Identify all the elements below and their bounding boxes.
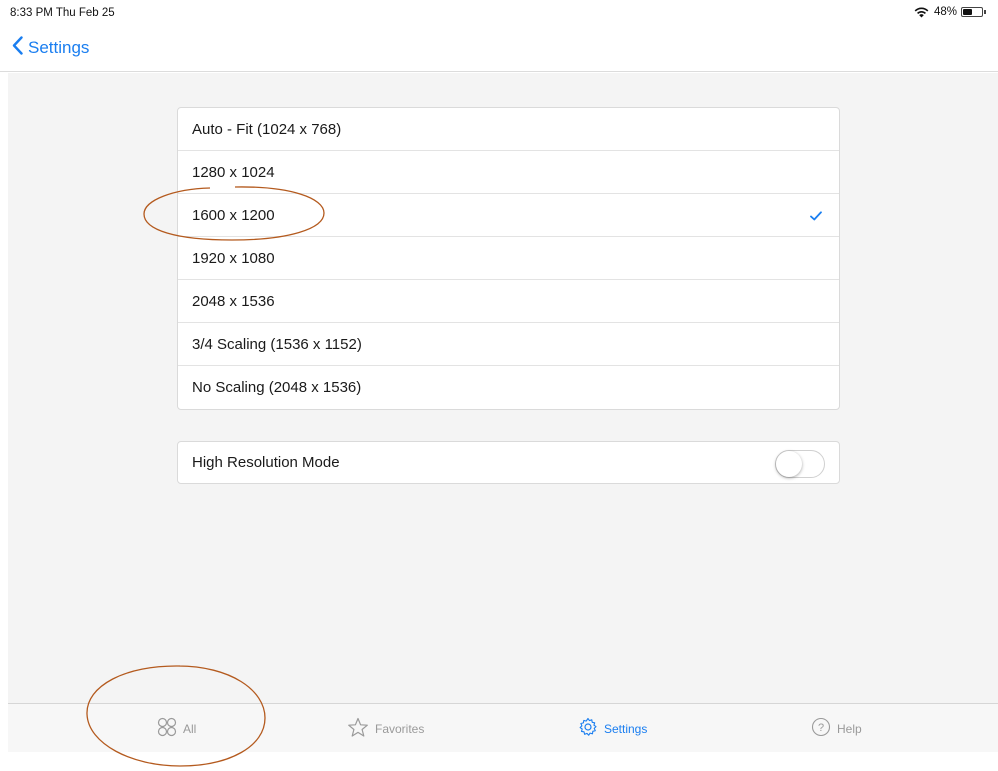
star-icon xyxy=(347,717,375,741)
battery-icon xyxy=(961,7,983,17)
resolution-option[interactable]: 2048 x 1536 xyxy=(178,280,839,323)
resolution-label: No Scaling (2048 x 1536) xyxy=(192,379,362,396)
tab-settings-label: Settings xyxy=(604,721,648,736)
grid-circles-icon xyxy=(157,717,183,740)
tab-favorites[interactable]: Favorites xyxy=(347,704,424,753)
resolution-label: 1920 x 1080 xyxy=(192,249,275,267)
resolution-option[interactable]: No Scaling (2048 x 1536) xyxy=(178,366,839,409)
battery-percent: 48% xyxy=(933,6,957,18)
svg-text:?: ? xyxy=(818,722,824,734)
battery-tip xyxy=(984,10,986,14)
tab-all-label: All xyxy=(183,721,197,736)
tab-all[interactable]: All xyxy=(157,704,196,753)
resolution-label: 2048 x 1536 xyxy=(192,292,275,310)
navigation-bar: Settings xyxy=(0,24,998,72)
high-resolution-label: High Resolution Mode xyxy=(192,454,340,471)
toggle-knob xyxy=(776,451,802,477)
back-button[interactable]: Settings xyxy=(12,36,89,60)
resolution-option[interactable]: 1600 x 1200 xyxy=(178,194,839,237)
resolution-label: 1280 x 1024 xyxy=(192,163,275,181)
status-indicators: 48% xyxy=(914,6,986,18)
resolution-label: Auto - Fit (1024 x 768) xyxy=(192,120,342,138)
chevron-left-icon xyxy=(12,36,28,60)
high-resolution-row: High Resolution Mode xyxy=(178,442,839,483)
resolution-option[interactable]: 1920 x 1080 xyxy=(178,237,839,280)
high-resolution-toggle[interactable] xyxy=(775,450,825,478)
status-time-date: 8:33 PM Thu Feb 25 xyxy=(10,7,115,19)
help-circle-icon: ? xyxy=(811,717,837,740)
high-resolution-group: High Resolution Mode xyxy=(177,441,840,484)
resolution-list: Auto - Fit (1024 x 768) 1280 x 1024 1600… xyxy=(177,107,840,410)
battery-level xyxy=(963,9,972,15)
back-button-label: Settings xyxy=(28,38,90,57)
tab-help-label: Help xyxy=(837,721,862,736)
bottom-margin xyxy=(0,752,998,771)
tab-help[interactable]: ? Help xyxy=(811,704,862,753)
wifi-icon xyxy=(914,7,929,18)
tab-favorites-label: Favorites xyxy=(375,721,425,736)
resolution-option[interactable]: 3/4 Scaling (1536 x 1152) xyxy=(178,323,839,366)
resolution-option[interactable]: Auto - Fit (1024 x 768) xyxy=(178,108,839,151)
tab-settings[interactable]: Settings xyxy=(578,704,647,753)
resolution-option[interactable]: 1280 x 1024 xyxy=(178,151,839,194)
resolution-label: 1600 x 1200 xyxy=(192,206,275,224)
status-bar: 8:33 PM Thu Feb 25 48% xyxy=(0,0,998,24)
gear-icon xyxy=(578,717,604,740)
resolution-label: 3/4 Scaling (1536 x 1152) xyxy=(192,335,362,353)
checkmark-icon xyxy=(810,208,822,225)
tab-bar: All Favorites Settings ? Help xyxy=(8,703,998,752)
